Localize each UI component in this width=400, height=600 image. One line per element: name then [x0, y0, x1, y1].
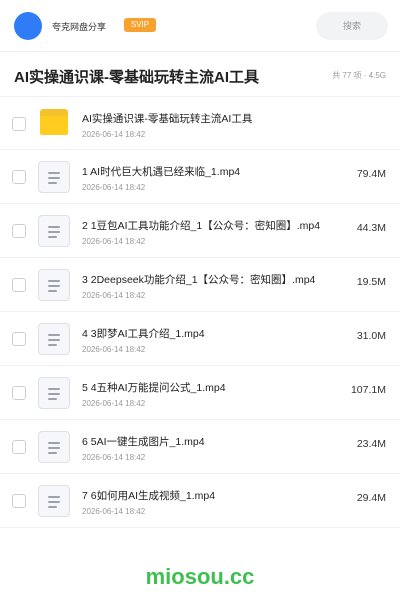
file-row[interactable]: 6 5AI一键生成图片_1.mp4 2026-06-14 18:42 23.4M: [0, 420, 400, 474]
svip-badge: SVIP: [124, 18, 156, 32]
file-date: 2026-06-14 18:42: [82, 399, 146, 408]
row-checkbox[interactable]: [12, 278, 26, 292]
file-name: 5 4五种AI万能提问公式_1.mp4: [82, 382, 226, 394]
row-checkbox[interactable]: [12, 386, 26, 400]
user-name: 夸克网盘分享: [52, 22, 107, 32]
folder-meta: 共 77 项 · 4.5G: [332, 71, 386, 80]
file-size: 79.4M: [356, 168, 386, 180]
file-list: AI实操通识课-零基础玩转主流AI工具 2026-06-14 18:42 1 AI时…: [0, 96, 400, 528]
file-icon: [38, 215, 70, 247]
file-name: 2 1豆包AI工具功能介绍_1【公众号：密知圈】.mp4: [82, 220, 321, 232]
file-row[interactable]: 4 3即梦AI工具介绍_1.mp4 2026-06-14 18:42 31.0M: [0, 312, 400, 366]
file-row[interactable]: 7 6如何用AI生成视频_1.mp4 2026-06-14 18:42 29.4M: [0, 474, 400, 528]
file-icon: [38, 323, 70, 355]
page-title: AI实操通识课-零基础玩转主流AI工具: [14, 69, 259, 86]
top-bar: 夸克网盘分享 SVIP 搜索: [0, 0, 400, 52]
folder-row[interactable]: AI实操通识课-零基础玩转主流AI工具 2026-06-14 18:42: [0, 96, 400, 150]
file-row[interactable]: 1 AI时代巨大机遇已经来临_1.mp4 2026-06-14 18:42 79.4…: [0, 150, 400, 204]
file-row[interactable]: 2 1豆包AI工具功能介绍_1【公众号：密知圈】.mp4 2026-06-14 1…: [0, 204, 400, 258]
file-icon: [38, 431, 70, 463]
file-size: 23.4M: [356, 438, 386, 450]
row-checkbox[interactable]: [12, 170, 26, 184]
file-icon: [38, 161, 70, 193]
file-name: 1 AI时代巨大机遇已经来临_1.mp4: [82, 166, 241, 178]
folder-icon: [40, 109, 68, 135]
file-row[interactable]: 3 2Deepseek功能介绍_1【公众号：密知圈】.mp4 2026-06-14…: [0, 258, 400, 312]
file-date: 2026-06-14 18:42: [82, 130, 146, 139]
file-icon: [38, 269, 70, 301]
file-size: 31.0M: [356, 330, 386, 342]
file-name: 7 6如何用AI生成视频_1.mp4: [82, 490, 216, 502]
file-size: 107.1M: [350, 384, 386, 396]
row-checkbox[interactable]: [12, 440, 26, 454]
file-date: 2026-06-14 18:42: [82, 291, 146, 300]
row-checkbox[interactable]: [12, 117, 26, 131]
row-checkbox[interactable]: [12, 494, 26, 508]
watermark: miosou.cc: [145, 564, 255, 589]
file-date: 2026-06-14 18:42: [82, 507, 146, 516]
file-name: AI实操通识课-零基础玩转主流AI工具: [82, 113, 253, 125]
row-checkbox[interactable]: [12, 332, 26, 346]
file-size: 19.5M: [356, 276, 386, 288]
file-name: 6 5AI一键生成图片_1.mp4: [82, 436, 205, 448]
file-size: 29.4M: [356, 492, 386, 504]
search-button[interactable]: 搜索: [316, 12, 388, 40]
avatar[interactable]: [14, 12, 42, 40]
file-name: 3 2Deepseek功能介绍_1【公众号：密知圈】.mp4: [82, 274, 316, 286]
file-icon: [38, 377, 70, 409]
file-size: 44.3M: [356, 222, 386, 234]
file-name: 4 3即梦AI工具介绍_1.mp4: [82, 328, 205, 340]
row-checkbox[interactable]: [12, 224, 26, 238]
file-date: 2026-06-14 18:42: [82, 183, 146, 192]
file-date: 2026-06-14 18:42: [82, 237, 146, 246]
file-row[interactable]: 5 4五种AI万能提问公式_1.mp4 2026-06-14 18:42 107.1…: [0, 366, 400, 420]
file-date: 2026-06-14 18:42: [82, 453, 146, 462]
file-date: 2026-06-14 18:42: [82, 345, 146, 354]
file-icon: [38, 485, 70, 517]
